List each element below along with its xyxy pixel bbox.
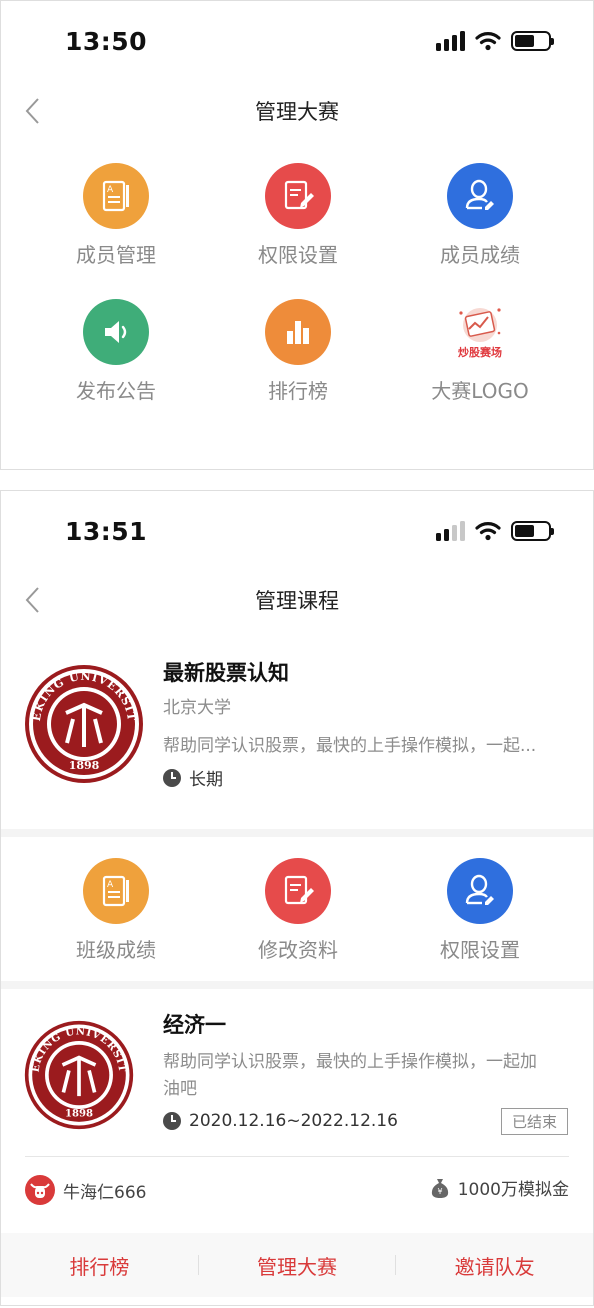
- notebook-icon: A: [83, 858, 149, 924]
- university-logo: PEKING UNIVERSITY 1898: [23, 1019, 134, 1130]
- svg-text:1898: 1898: [69, 759, 100, 772]
- page-title: 管理课程: [255, 589, 339, 613]
- manage-contest-screen: 13:50 管理大赛 A 成员管理 权限设置 成员成绩 发布公告 排行榜 炒股赛…: [0, 0, 594, 470]
- contest-title: 经济一: [163, 1013, 226, 1037]
- grid-item-contest-logo[interactable]: 炒股赛场 大赛LOGO: [390, 299, 570, 404]
- wifi-icon: [475, 32, 501, 51]
- user-icon: [447, 858, 513, 924]
- wifi-icon: [475, 522, 501, 541]
- status-time: 13:51: [65, 517, 148, 546]
- edit-document-icon: [265, 163, 331, 229]
- section-divider: [1, 981, 593, 989]
- invite-teammates-button[interactable]: 邀请队友: [396, 1251, 593, 1280]
- grid-item-member-scores[interactable]: 成员成绩: [390, 163, 570, 268]
- navigation-bar: 管理课程: [1, 575, 593, 625]
- svg-text:A: A: [107, 185, 114, 195]
- clock-icon: [163, 1112, 181, 1130]
- battery-icon: [511, 521, 554, 541]
- contest-logo-icon: 炒股赛场: [447, 299, 513, 365]
- page-title: 管理大赛: [255, 100, 339, 124]
- bull-avatar-icon: [25, 1175, 55, 1205]
- status-time: 13:50: [65, 27, 148, 56]
- status-bar: 13:51: [1, 491, 593, 571]
- status-bar: 13:50: [1, 1, 593, 81]
- edit-document-icon: [265, 858, 331, 924]
- grid-item-permission-settings[interactable]: 权限设置: [208, 163, 388, 268]
- svg-text:¥: ¥: [437, 1187, 442, 1196]
- leaderboard-button[interactable]: 排行榜: [1, 1251, 198, 1280]
- contest-description: 帮助同学认识股票，最快的上手操作模拟，一起加 油吧: [163, 1052, 537, 1099]
- user-icon: [447, 163, 513, 229]
- svg-text:1898: 1898: [65, 1108, 93, 1119]
- svg-text:炒股赛场: 炒股赛场: [458, 345, 502, 359]
- speaker-icon: [83, 299, 149, 365]
- status-badge: 已结束: [501, 1108, 569, 1135]
- bar-chart-icon: [265, 299, 331, 365]
- manage-course-screen: 13:51 管理课程 P: [0, 490, 594, 1306]
- course-description: 帮助同学认识股票，最快的上手操作模拟，一起...: [163, 736, 537, 756]
- grid-item-edit-info[interactable]: 修改资料: [208, 858, 388, 963]
- bottom-action-bar: 排行榜 管理大赛 邀请队友: [1, 1233, 593, 1297]
- navigation-bar: 管理大赛: [1, 86, 593, 136]
- manage-contest-button[interactable]: 管理大赛: [199, 1251, 396, 1280]
- course-school: 北京大学: [163, 698, 231, 718]
- course-duration: 长期: [189, 770, 223, 790]
- signal-icon: [436, 521, 465, 541]
- money-bag-icon: ¥: [431, 1178, 448, 1198]
- signal-icon: [436, 31, 465, 51]
- battery-icon: [511, 31, 554, 51]
- notebook-icon: A: [83, 163, 149, 229]
- course-title: 最新股票认知: [163, 661, 289, 685]
- grid-item-permission-settings[interactable]: 权限设置: [390, 858, 570, 963]
- svg-text:A: A: [107, 880, 114, 890]
- course-card[interactable]: PEKING UNIVERSITY 1898 最新股票认知 北京大学 帮助同学认…: [1, 641, 593, 826]
- university-logo: PEKING UNIVERSITY 1898: [23, 663, 143, 783]
- contest-owner: 牛海仁666: [63, 1182, 147, 1203]
- contest-period: 2020.12.16~2022.12.16: [189, 1111, 398, 1131]
- contest-card[interactable]: PEKING UNIVERSITY 1898 经济一 帮助同学认识股票，最快的上…: [1, 989, 593, 1221]
- grid-item-leaderboard[interactable]: 排行榜: [208, 299, 388, 404]
- clock-icon: [163, 768, 181, 787]
- grid-item-member-management[interactable]: A 成员管理: [26, 163, 206, 268]
- simulated-fund: 1000万模拟金: [457, 1180, 569, 1200]
- grid-item-class-scores[interactable]: A 班级成绩: [26, 858, 206, 963]
- section-divider: [1, 829, 593, 837]
- grid-item-post-announcement[interactable]: 发布公告: [26, 299, 206, 404]
